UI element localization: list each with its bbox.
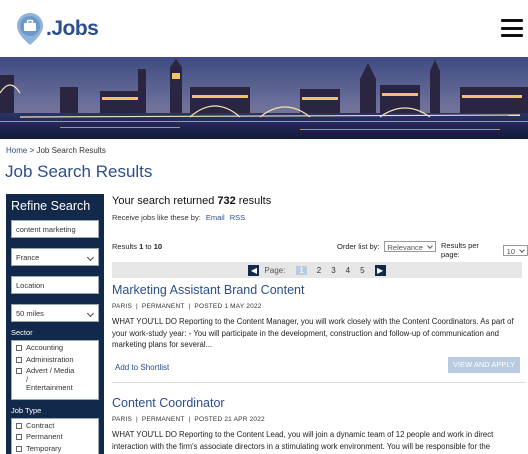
page-title: Job Search Results <box>5 162 153 181</box>
sector-option-label: Administration <box>26 354 74 364</box>
checkbox[interactable] <box>16 368 22 374</box>
job-type-label: Job Type <box>11 405 42 415</box>
checkbox[interactable] <box>16 422 22 429</box>
checkbox[interactable] <box>16 345 22 351</box>
pagination: ◀ Page: 1 2 3 4 5 ▶ <box>112 262 522 278</box>
checkbox[interactable] <box>16 445 22 452</box>
breadcrumb: Home > Job Search Results <box>6 146 106 155</box>
job-title-link[interactable]: Marketing Assistant Brand Content <box>112 283 526 297</box>
country-select[interactable]: France <box>11 248 99 266</box>
sector-option[interactable]: Accounting <box>15 343 95 353</box>
summary-suffix: results <box>235 195 272 207</box>
job-listing: Marketing Assistant Brand Content PARIS |… <box>112 283 526 378</box>
city-banner-image <box>0 57 528 139</box>
per-page-control: Results per page: 10 <box>441 241 528 259</box>
site-header: .Jobs <box>0 0 528 57</box>
job-type-option-label: Contract <box>26 420 55 430</box>
sector-option-label: Accounting <box>26 343 64 352</box>
job-type-option-label: Temporary <box>26 443 62 453</box>
refine-search-panel: Refine Search content marketing France L… <box>6 194 104 454</box>
page-link-4[interactable]: 4 <box>346 266 350 275</box>
range-prefix: Results <box>112 242 140 251</box>
job-alerts: Receive jobs like these by: Email RSS <box>112 213 245 222</box>
results-summary: Your search returned 732 results <box>112 195 271 207</box>
per-page-label: Results per page: <box>441 241 479 259</box>
summary-prefix: Your search returned <box>112 195 218 207</box>
job-posted-date: POSTED 1 MAY 2022 <box>194 303 262 310</box>
email-alert-link[interactable]: Email <box>206 213 225 222</box>
next-page-icon[interactable]: ▶ <box>374 264 386 276</box>
job-location: PARIS <box>112 416 133 423</box>
page-link-3[interactable]: 3 <box>331 266 335 275</box>
alerts-label: Receive jobs like these by: <box>112 213 201 222</box>
page-link-2[interactable]: 2 <box>317 266 321 275</box>
job-description: WHAT YOU'LL DO Reporting to the Content … <box>112 430 494 451</box>
checkbox[interactable] <box>16 356 22 363</box>
job-posted-date: POSTED 21 APR 2022 <box>194 416 265 423</box>
page-label: Page: <box>264 265 286 275</box>
range-to: 10 <box>153 242 163 251</box>
range-to-word: to <box>143 242 154 251</box>
previous-page-icon[interactable]: ◀ <box>248 264 260 276</box>
job-type: PERMANENT <box>141 416 185 423</box>
job-title-link[interactable]: Content Coordinator <box>112 396 526 410</box>
job-type-option-label: Permanent <box>26 432 63 441</box>
view-and-apply-button[interactable]: VIEW AND APPLY <box>448 357 520 373</box>
order-control: Order list by: Relevance <box>337 241 436 252</box>
job-type-option[interactable]: Permanent <box>15 432 95 442</box>
location-input[interactable]: Location <box>11 276 99 294</box>
checkbox[interactable] <box>16 434 22 440</box>
radius-select[interactable]: 50 miles <box>11 304 99 322</box>
site-logo[interactable]: .Jobs <box>16 12 99 46</box>
sector-list: Accounting Administration Advert / Media… <box>11 340 99 400</box>
job-type-option[interactable]: Contract <box>15 420 95 431</box>
job-type: PERMANENT <box>141 303 185 310</box>
rss-link[interactable]: RSS <box>230 213 245 222</box>
map-pin-briefcase-icon <box>16 12 44 46</box>
job-description: WHAT YOU'LL DO Reporting to the Content … <box>112 317 514 349</box>
keyword-input[interactable]: content marketing <box>11 220 99 238</box>
job-meta: PARIS | PERMANENT | POSTED 1 MAY 2022 <box>112 303 262 310</box>
results-range: Results 1 to 10 <box>112 242 162 251</box>
per-page-select[interactable]: 10 <box>502 244 528 256</box>
page-link-1[interactable]: 1 <box>296 265 307 275</box>
job-listing: Content Coordinator PARIS | PERMANENT | POST… <box>112 396 526 454</box>
order-label: Order list by: <box>337 242 380 251</box>
page-link-5[interactable]: 5 <box>360 266 364 275</box>
menu-icon[interactable] <box>501 19 523 37</box>
breadcrumb-current: Job Search Results <box>36 146 106 155</box>
job-location: PARIS <box>112 303 133 310</box>
listing-divider <box>112 382 526 383</box>
job-type-option[interactable]: Temporary <box>15 443 95 454</box>
sector-option-label: Advert / Media / Entertainment <box>26 366 75 392</box>
sector-label: Sector <box>11 328 33 337</box>
breadcrumb-home-link[interactable]: Home <box>6 146 27 155</box>
job-meta: PARIS | PERMANENT | POSTED 21 APR 2022 <box>112 416 265 423</box>
add-to-shortlist-link[interactable]: Add to Shortlist <box>115 363 169 372</box>
logo-text: .Jobs <box>46 17 99 40</box>
job-type-list: Contract Permanent Temporary <box>11 417 99 454</box>
refine-search-heading: Refine Search <box>11 199 91 213</box>
sector-option[interactable]: Administration <box>15 354 95 365</box>
order-select[interactable]: Relevance <box>383 241 436 252</box>
sector-option[interactable]: Advert / Media / Entertainment <box>15 366 95 393</box>
results-count: 732 <box>217 195 236 207</box>
